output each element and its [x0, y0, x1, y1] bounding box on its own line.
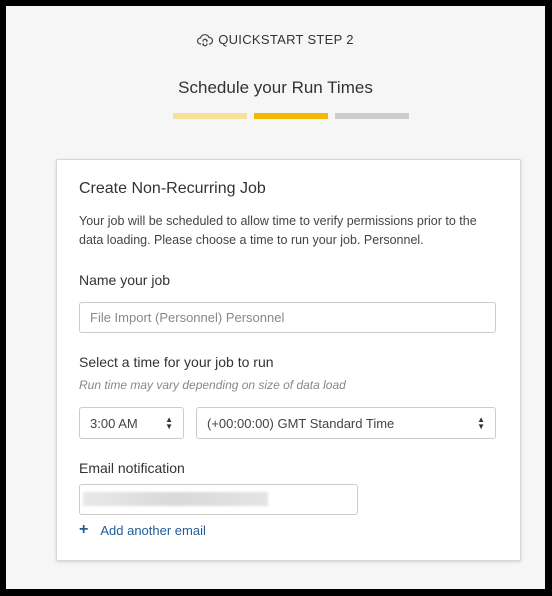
job-name-input[interactable]: File Import (Personnel) Personnel [79, 302, 496, 333]
card-title: Create Non-Recurring Job [79, 180, 266, 197]
job-card: Create Non-Recurring Job Your job will b… [56, 159, 521, 561]
progress-segment-upcoming [335, 113, 409, 119]
email-label: Email notification [79, 460, 185, 476]
step-progress-bar [173, 113, 409, 119]
email-input[interactable] [79, 484, 358, 515]
schedule-label: Select a time for your job to run [79, 354, 274, 370]
page-frame: QUICKSTART STEP 2 Schedule your Run Time… [6, 6, 545, 589]
cloud-sync-icon [197, 33, 214, 47]
timezone-select-value: (+00:00:00) GMT Standard Time [207, 415, 395, 431]
select-arrows-icon: ▲ ▼ [477, 415, 485, 431]
add-email-label: Add another email [100, 522, 206, 538]
job-name-label: Name your job [79, 272, 171, 288]
redacted-email-value [83, 492, 268, 506]
time-select-value: 3:00 AM [90, 415, 138, 431]
time-select[interactable]: 3:00 AM ▲ ▼ [79, 407, 184, 439]
plus-icon: + [79, 521, 89, 538]
schedule-hint: Run time may vary depending on size of d… [79, 378, 346, 392]
select-arrows-icon: ▲ ▼ [165, 415, 173, 431]
step-header: QUICKSTART STEP 2 [6, 32, 545, 47]
timezone-select[interactable]: (+00:00:00) GMT Standard Time ▲ ▼ [196, 407, 496, 439]
job-name-placeholder: File Import (Personnel) Personnel [90, 310, 285, 325]
progress-segment-complete [173, 113, 247, 119]
add-email-link[interactable]: + Add another email [79, 522, 206, 538]
card-description: Your job will be scheduled to allow time… [79, 214, 477, 247]
step-label: QUICKSTART STEP 2 [218, 32, 354, 47]
page-title: Schedule your Run Times [178, 78, 373, 97]
progress-segment-current [254, 113, 328, 119]
